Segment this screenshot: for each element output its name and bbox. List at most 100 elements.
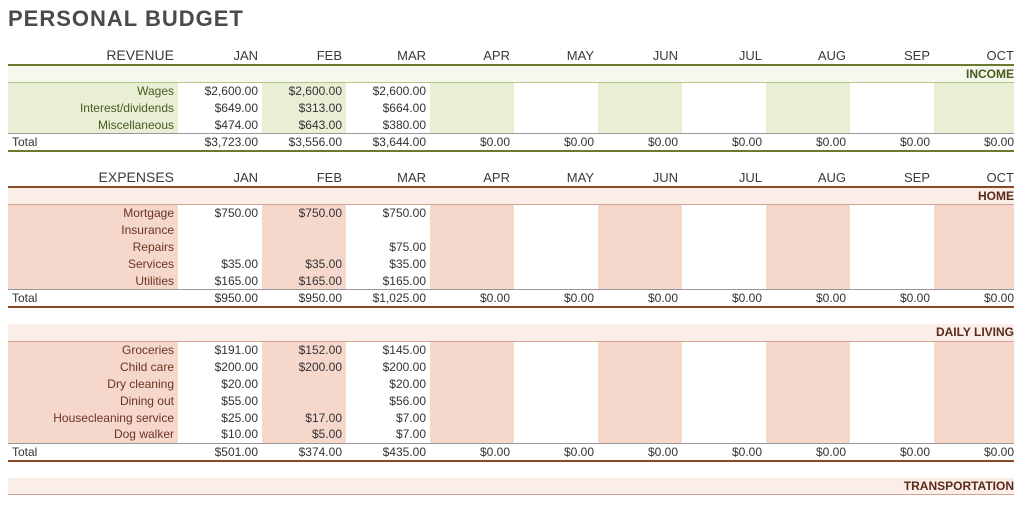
cell[interactable]: $200.00	[178, 358, 262, 375]
cell[interactable]	[514, 256, 598, 273]
cell[interactable]: $20.00	[346, 375, 430, 392]
cell[interactable]	[598, 256, 682, 273]
cell[interactable]	[598, 392, 682, 409]
cell[interactable]	[430, 341, 514, 358]
cell[interactable]	[934, 341, 1014, 358]
cell[interactable]	[514, 426, 598, 443]
cell[interactable]	[766, 239, 850, 256]
cell[interactable]	[598, 100, 682, 117]
cell[interactable]	[682, 83, 766, 100]
cell[interactable]	[178, 239, 262, 256]
cell[interactable]: $7.00	[346, 426, 430, 443]
cell[interactable]: $750.00	[178, 205, 262, 222]
cell[interactable]	[682, 358, 766, 375]
cell[interactable]	[934, 392, 1014, 409]
cell[interactable]: $10.00	[178, 426, 262, 443]
cell[interactable]	[430, 273, 514, 290]
cell[interactable]	[766, 375, 850, 392]
cell[interactable]: $55.00	[178, 392, 262, 409]
cell[interactable]	[598, 205, 682, 222]
cell[interactable]: $200.00	[346, 358, 430, 375]
cell[interactable]	[598, 358, 682, 375]
cell[interactable]	[598, 239, 682, 256]
cell[interactable]: $380.00	[346, 117, 430, 134]
cell[interactable]: $20.00	[178, 375, 262, 392]
cell[interactable]: $5.00	[262, 426, 346, 443]
cell[interactable]	[430, 117, 514, 134]
cell[interactable]	[850, 222, 934, 239]
cell[interactable]	[934, 273, 1014, 290]
cell[interactable]	[682, 409, 766, 426]
cell[interactable]	[934, 239, 1014, 256]
cell[interactable]	[430, 83, 514, 100]
cell[interactable]	[682, 256, 766, 273]
cell[interactable]	[430, 239, 514, 256]
cell[interactable]	[934, 358, 1014, 375]
cell[interactable]	[598, 222, 682, 239]
cell[interactable]	[850, 392, 934, 409]
cell[interactable]	[262, 239, 346, 256]
cell[interactable]: $2,600.00	[178, 83, 262, 100]
cell[interactable]	[430, 426, 514, 443]
cell[interactable]	[430, 375, 514, 392]
cell[interactable]	[682, 392, 766, 409]
cell[interactable]	[850, 256, 934, 273]
cell[interactable]	[598, 273, 682, 290]
cell[interactable]: $35.00	[178, 256, 262, 273]
cell[interactable]	[766, 273, 850, 290]
cell[interactable]	[934, 222, 1014, 239]
cell[interactable]	[682, 341, 766, 358]
cell[interactable]	[346, 222, 430, 239]
cell[interactable]	[598, 117, 682, 134]
cell[interactable]: $750.00	[346, 205, 430, 222]
cell[interactable]	[514, 409, 598, 426]
cell[interactable]	[850, 83, 934, 100]
cell[interactable]	[430, 205, 514, 222]
cell[interactable]	[766, 100, 850, 117]
cell[interactable]	[514, 358, 598, 375]
cell[interactable]	[598, 375, 682, 392]
cell[interactable]	[514, 205, 598, 222]
cell[interactable]	[262, 222, 346, 239]
cell[interactable]: $165.00	[262, 273, 346, 290]
cell[interactable]: $643.00	[262, 117, 346, 134]
cell[interactable]: $75.00	[346, 239, 430, 256]
cell[interactable]	[430, 256, 514, 273]
cell[interactable]	[766, 409, 850, 426]
cell[interactable]	[850, 341, 934, 358]
cell[interactable]	[934, 375, 1014, 392]
cell[interactable]	[934, 426, 1014, 443]
cell[interactable]	[514, 83, 598, 100]
cell[interactable]	[766, 426, 850, 443]
cell[interactable]: $25.00	[178, 409, 262, 426]
cell[interactable]	[682, 100, 766, 117]
cell[interactable]	[262, 392, 346, 409]
cell[interactable]: $191.00	[178, 341, 262, 358]
cell[interactable]	[514, 222, 598, 239]
cell[interactable]	[514, 392, 598, 409]
cell[interactable]	[430, 409, 514, 426]
cell[interactable]	[514, 341, 598, 358]
cell[interactable]	[682, 273, 766, 290]
cell[interactable]	[514, 375, 598, 392]
cell[interactable]	[766, 83, 850, 100]
cell[interactable]: $664.00	[346, 100, 430, 117]
cell[interactable]: $2,600.00	[262, 83, 346, 100]
cell[interactable]	[850, 273, 934, 290]
cell[interactable]	[934, 83, 1014, 100]
cell[interactable]: $165.00	[178, 273, 262, 290]
cell[interactable]	[682, 375, 766, 392]
cell[interactable]	[598, 426, 682, 443]
cell[interactable]	[682, 117, 766, 134]
cell[interactable]: $165.00	[346, 273, 430, 290]
cell[interactable]	[514, 239, 598, 256]
cell[interactable]: $474.00	[178, 117, 262, 134]
cell[interactable]: $35.00	[346, 256, 430, 273]
cell[interactable]	[766, 117, 850, 134]
cell[interactable]	[850, 205, 934, 222]
cell[interactable]: $17.00	[262, 409, 346, 426]
cell[interactable]	[682, 426, 766, 443]
cell[interactable]	[514, 273, 598, 290]
cell[interactable]	[766, 205, 850, 222]
cell[interactable]	[850, 409, 934, 426]
